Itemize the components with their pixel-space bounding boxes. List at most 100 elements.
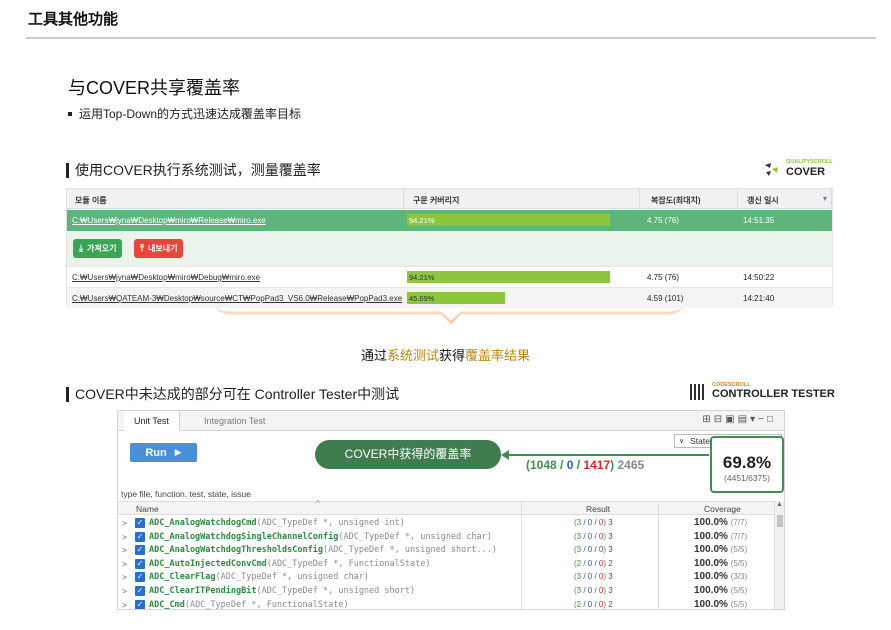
minimize-icon[interactable]: − [758, 414, 767, 425]
menu-chevron-icon[interactable]: ▾ [750, 414, 758, 425]
row-checkbox[interactable]: ✓ [135, 572, 145, 583]
tab-unit-test[interactable]: Unit Test [124, 411, 180, 431]
expand-chevron-icon[interactable]: > [122, 518, 127, 528]
table-row[interactable]: > ✓ ADC_Cmd(ADC_TypeDef *, FunctionalState… [118, 598, 773, 610]
counts-separator: / [556, 458, 567, 472]
scroll-up-icon[interactable]: ▲ [776, 501, 783, 508]
import-icon: ⤓ [79, 243, 83, 253]
folder-icon[interactable]: ▣ [725, 414, 737, 425]
expand-chevron-icon[interactable]: > [122, 559, 127, 569]
coverage-value: 100.0% (7/7) [694, 531, 747, 542]
row-checkbox[interactable]: ✓ [135, 558, 145, 569]
run-button[interactable]: Run ▶ [130, 443, 197, 462]
tab-integration-test[interactable]: Integration Test [194, 411, 275, 431]
export-button[interactable]: ⤒ 내보내기 [134, 239, 184, 258]
cover-heading-text: 使用COVER执行系统测试，测量覆盖率 [75, 162, 321, 178]
table-row[interactable]: C:₩Users₩QATEAM-3₩Desktop₩source₩CT₩PopP… [67, 287, 832, 308]
result-total: 3 [608, 572, 613, 582]
table-row[interactable]: > ✓ ADC_AutoInjectedConvCmd(ADC_TypeDef *,… [118, 557, 773, 571]
cover-table: 모듈 이름 구문 커버리지 복잡도(최대치) 갱신 일시 ▾ C:₩Users₩… [66, 188, 833, 308]
heading-bar [66, 386, 69, 402]
sort-chevron-icon[interactable]: ▾ [823, 194, 827, 203]
coverage-ratio: (7/7) [730, 518, 748, 527]
table-row[interactable]: C:₩Users₩jyna₩Desktop₩miro₩Debug₩miro.ex… [67, 266, 832, 287]
callout-badge: COVER中获得的覆盖率 [315, 440, 501, 469]
col-name[interactable]: Name [136, 504, 159, 514]
result-prefix: 通过 [360, 348, 387, 363]
scrollbar-thumb[interactable] [777, 515, 783, 527]
function-args: (ADC_TypeDef *, FunctionalState) [266, 558, 431, 569]
module-path[interactable]: C:₩Users₩jyna₩Desktop₩miro₩Release₩miro.… [72, 216, 266, 225]
table-row[interactable]: > ✓ ADC_AnalogWatchdogSingleChannelConfig(… [118, 530, 773, 544]
import-button[interactable]: ⤓ 가져오기 [73, 239, 123, 258]
complexity-value: 4.75 (76) [647, 273, 680, 282]
section-bullet: 运用Top-Down的方式迅速达成覆盖率目标 [68, 105, 301, 122]
row-checkbox[interactable]: ✓ [135, 518, 145, 528]
page-title: 工具其他功能 [28, 11, 119, 28]
function-signature[interactable]: ADC_AnalogWatchdogCmd(ADC_TypeDef *, uns… [149, 518, 405, 528]
function-name: ADC_ClearITPendingBit [149, 586, 257, 596]
result-total: 2 [608, 599, 613, 609]
coverage-value: 100.0% (7/7) [694, 517, 747, 528]
import-label: 가져오기 [86, 244, 117, 253]
coverage-value: 100.0% (5/5) [694, 585, 747, 596]
col-coverage[interactable]: Coverage [704, 504, 741, 514]
expand-chevron-icon[interactable]: > [122, 532, 127, 542]
module-path[interactable]: C:₩Users₩jyna₩Desktop₩miro₩Debug₩miro.ex… [72, 273, 260, 282]
coverage-bar-fill [407, 214, 610, 226]
grid-scrollbar[interactable]: ▲ [774, 501, 784, 609]
table-row[interactable]: > ✓ ADC_AnalogWatchdogThresholdsConfig(ADC… [118, 543, 773, 557]
function-signature[interactable]: ADC_AutoInjectedConvCmd(ADC_TypeDef *, F… [149, 559, 430, 569]
module-path[interactable]: C:₩Users₩QATEAM-3₩Desktop₩source₩CT₩PopP… [72, 294, 402, 303]
row-checkbox[interactable]: ✓ [135, 586, 145, 596]
result-highlight-2: 覆盖率结果 [465, 348, 531, 363]
row-checkbox[interactable]: ✓ [135, 599, 145, 609]
function-signature[interactable]: ADC_AnalogWatchdogThresholdsConfig(ADC_T… [149, 545, 497, 555]
table-row-selected[interactable]: C:₩Users₩jyna₩Desktop₩miro₩Release₩miro.… [67, 210, 832, 231]
function-args: (ADC_TypeDef *, FunctionalState) [184, 599, 349, 610]
table-row[interactable]: > ✓ ADC_AnalogWatchdogCmd(ADC_TypeDef *, u… [118, 516, 773, 530]
result-counts: (3 / 0 / 0) 3 [574, 531, 613, 541]
result-counts: (3 / 0 / 0) 3 [574, 572, 613, 582]
filter-input[interactable]: type file, function, test, state, issue [121, 489, 251, 499]
cover-logo: QUALITYSCROLL COVER [762, 158, 834, 180]
col-complexity[interactable]: 복잡도(최대치) [651, 195, 701, 206]
coverage-bar-fill [407, 271, 610, 283]
table-row[interactable]: > ✓ ADC_ClearITPendingBit(ADC_TypeDef *, u… [118, 584, 773, 598]
col-module-name[interactable]: 모듈 이름 [75, 195, 107, 206]
function-signature[interactable]: ADC_ClearITPendingBit(ADC_TypeDef *, uns… [149, 586, 415, 596]
function-signature[interactable]: ADC_ClearFlag(ADC_TypeDef *, unsigned ch… [149, 572, 369, 582]
collapse-all-icon[interactable]: ⊟ [714, 414, 725, 425]
col-result[interactable]: Result [586, 504, 610, 514]
function-signature[interactable]: ADC_Cmd(ADC_TypeDef *, FunctionalState) [149, 599, 349, 610]
updated-time: 14:50:22 [743, 273, 775, 282]
maximize-icon[interactable]: □ [767, 414, 776, 425]
expand-chevron-icon[interactable]: > [122, 545, 127, 555]
table-row[interactable]: > ✓ ADC_ClearFlag(ADC_TypeDef *, unsigned … [118, 570, 773, 584]
result-middle: 获得 [439, 348, 466, 363]
col-statement-coverage[interactable]: 구문 커버리지 [413, 195, 459, 206]
result-total: 3 [608, 518, 613, 527]
heading-bar [66, 162, 69, 178]
ct-grid-header: Name ^ Result Coverage [118, 499, 784, 515]
expand-all-icon[interactable]: ⊞ [702, 414, 713, 425]
callout-pointer [215, 306, 684, 325]
row-checkbox[interactable]: ✓ [135, 531, 145, 542]
filter-icon[interactable]: ▤ [738, 414, 750, 425]
expand-chevron-icon[interactable]: > [122, 600, 127, 609]
count-failed: 1417 [583, 458, 611, 472]
result-counts: (2 / 0 / 0) 2 [574, 558, 613, 568]
coverage-percentage: 69.8% [722, 453, 772, 472]
function-name: ADC_ClearFlag [149, 572, 216, 583]
coverage-bar-label: 94.21% [409, 216, 435, 225]
sort-caret-icon: ^ [316, 499, 320, 508]
callout-arrow-line [507, 454, 709, 456]
function-signature[interactable]: ADC_AnalogWatchdogSingleChannelConfig(AD… [149, 532, 492, 542]
row-checkbox[interactable]: ✓ [135, 545, 145, 556]
expand-chevron-icon[interactable]: > [122, 572, 127, 582]
coverage-bar-label: 45.69% [409, 294, 435, 303]
expand-chevron-icon[interactable]: > [122, 586, 127, 596]
count-total: 2465 [617, 458, 645, 472]
col-updated-time[interactable]: 갱신 일시 [747, 195, 779, 206]
function-args: (ADC_TypeDef *, unsigned char) [338, 531, 492, 542]
